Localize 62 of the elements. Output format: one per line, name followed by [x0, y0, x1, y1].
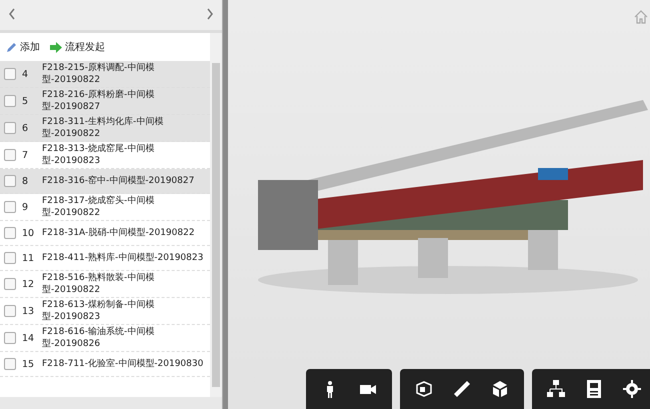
row-number: 7: [21, 150, 30, 160]
model-name: F218-616-输油系统-中间模型-20190826: [42, 326, 156, 350]
chevron-left-icon: [8, 8, 16, 20]
row-number: 15: [21, 358, 36, 370]
ruler-icon: [452, 379, 472, 399]
model-name: F218-31A-脱硝-中间模型-20190822: [42, 227, 196, 239]
model-name: F218-613-煤粉制备-中间模型-20190823: [42, 299, 156, 323]
row-checkbox[interactable]: [4, 149, 16, 161]
hierarchy-icon: [546, 379, 566, 399]
row-checkbox[interactable]: [4, 201, 16, 213]
row-checkbox[interactable]: [4, 305, 16, 317]
row-number: 6: [21, 122, 30, 134]
row-number: 10: [21, 228, 36, 238]
row-number: 11: [21, 252, 36, 264]
cube-icon: [490, 379, 510, 399]
row-checkbox[interactable]: [4, 68, 16, 80]
row-checkbox[interactable]: [4, 332, 16, 344]
start-process-button[interactable]: 流程发起: [50, 40, 105, 54]
chevron-right-icon: [206, 8, 214, 20]
row-checkbox[interactable]: [4, 227, 16, 239]
ruler-button[interactable]: [452, 379, 472, 399]
arrow-right-icon: [50, 42, 62, 52]
hierarchy-button[interactable]: [546, 379, 566, 399]
list-row[interactable]: 11 F218-411-熟料库-中间模型-20190823: [0, 246, 210, 271]
model-name: F218-317-烧成窑头-中间模型-20190822: [42, 195, 156, 219]
row-number: 14: [21, 332, 36, 344]
box-icon: [414, 379, 434, 399]
row-number: 9: [21, 202, 30, 212]
list-row[interactable]: 5 F218-216-原料粉磨-中间模型-20190827: [0, 88, 210, 115]
horizontal-scrollbar[interactable]: [0, 397, 222, 409]
row-number: 8: [21, 176, 30, 186]
box-button[interactable]: [414, 379, 434, 399]
cube-button[interactable]: [490, 379, 510, 399]
model-name: F218-316-窑中-中间模型-20190827: [42, 175, 196, 187]
model-name: F218-311-生料均化库-中间模型-20190822: [42, 116, 164, 140]
row-number: 13: [21, 306, 36, 316]
model-name: F218-411-熟料库-中间模型-20190823: [42, 252, 204, 264]
row-number: 5: [21, 96, 30, 106]
properties-icon: [584, 379, 604, 399]
row-checkbox[interactable]: [4, 122, 16, 134]
scrollbar-thumb[interactable]: [212, 63, 220, 387]
row-checkbox[interactable]: [4, 278, 16, 290]
model-name: F218-216-原料粉磨-中间模型-20190827: [42, 89, 156, 113]
row-checkbox[interactable]: [4, 95, 16, 107]
model-name: F218-313-烧成窑尾-中间模型-20190823: [42, 143, 156, 167]
add-button[interactable]: 添加: [6, 40, 40, 54]
row-number: 12: [21, 278, 36, 290]
pencil-icon: [6, 42, 17, 52]
list-row[interactable]: 4 F218-215-原料调配-中间模型-20190822: [0, 61, 210, 88]
list-row[interactable]: 10 F218-31A-脱硝-中间模型-20190822: [0, 221, 210, 246]
row-checkbox[interactable]: [4, 358, 16, 370]
row-number: 4: [21, 68, 30, 80]
list-row[interactable]: 6 F218-311-生料均化库-中间模型-20190822: [0, 115, 210, 142]
home-icon[interactable]: [634, 10, 648, 24]
list-row[interactable]: 15 F218-711-化验室-中间模型-20190830: [0, 352, 210, 377]
model-name: F218-711-化验室-中间模型-20190830: [42, 358, 204, 370]
row-checkbox[interactable]: [4, 175, 16, 187]
model-name: F218-215-原料调配-中间模型-20190822: [42, 62, 156, 86]
model-name: F218-516-熟料散装-中间模型-20190822: [42, 272, 156, 296]
row-checkbox[interactable]: [4, 252, 16, 264]
list-row[interactable]: 8 F218-316-窑中-中间模型-20190827: [0, 169, 210, 194]
properties-button[interactable]: [584, 379, 604, 399]
